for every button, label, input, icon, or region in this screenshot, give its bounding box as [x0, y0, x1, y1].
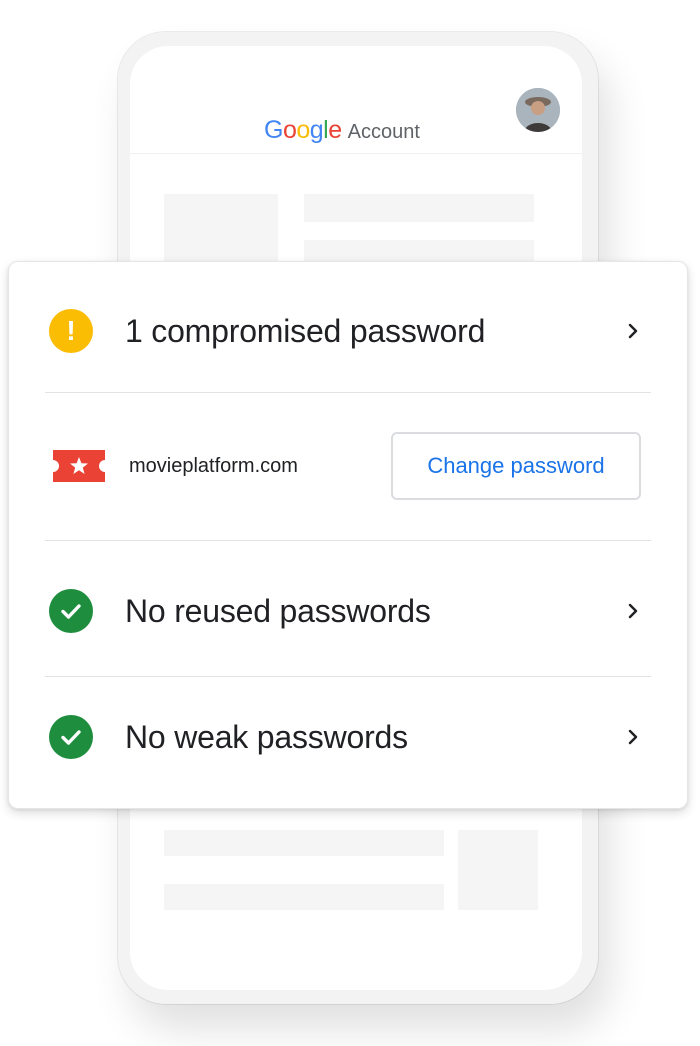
divider [45, 676, 651, 677]
google-wordmark: Google [264, 116, 342, 145]
checkmark-icon [61, 604, 81, 619]
reused-passwords-row[interactable]: No reused passwords [9, 578, 687, 644]
chevron-right-icon [628, 603, 638, 619]
weak-passwords-label: No weak passwords [125, 718, 408, 755]
brand-letter: e [328, 116, 342, 144]
brand-letter: G [264, 116, 283, 144]
check-circle-icon [49, 589, 93, 633]
warning-icon: ! [49, 309, 93, 353]
compromised-passwords-row[interactable]: ! 1 compromised password [9, 298, 687, 364]
chevron-right-icon [628, 729, 638, 745]
divider [45, 540, 651, 541]
brand-letter: o [296, 116, 310, 144]
site-name: movieplatform.com [129, 454, 298, 477]
placeholder-line [164, 830, 444, 856]
brand-letter: o [282, 116, 297, 144]
chevron-right-icon [628, 323, 638, 339]
account-label: Account [347, 121, 420, 143]
google-account-logo: Google Account [264, 116, 420, 145]
placeholder-line [304, 194, 534, 222]
compromised-site-row: movieplatform.com Change password [9, 430, 687, 502]
brand-letter: g [309, 116, 324, 144]
stage: Google Account ! 1 compromised password … [0, 0, 700, 1046]
app-header: Google Account [130, 46, 582, 154]
check-circle-icon [49, 715, 93, 759]
placeholder-line [164, 884, 444, 910]
weak-passwords-row[interactable]: No weak passwords [9, 704, 687, 770]
ticket-star-icon [53, 450, 105, 482]
password-checkup-card: ! 1 compromised password movieplatform.c… [8, 261, 688, 809]
compromised-passwords-label: 1 compromised password [125, 312, 486, 349]
avatar-image [516, 88, 560, 132]
change-password-button[interactable]: Change password [391, 432, 641, 500]
avatar[interactable] [516, 88, 560, 132]
divider [45, 392, 651, 393]
reused-passwords-label: No reused passwords [125, 592, 431, 629]
placeholder-block [458, 830, 538, 910]
checkmark-icon [61, 730, 81, 745]
